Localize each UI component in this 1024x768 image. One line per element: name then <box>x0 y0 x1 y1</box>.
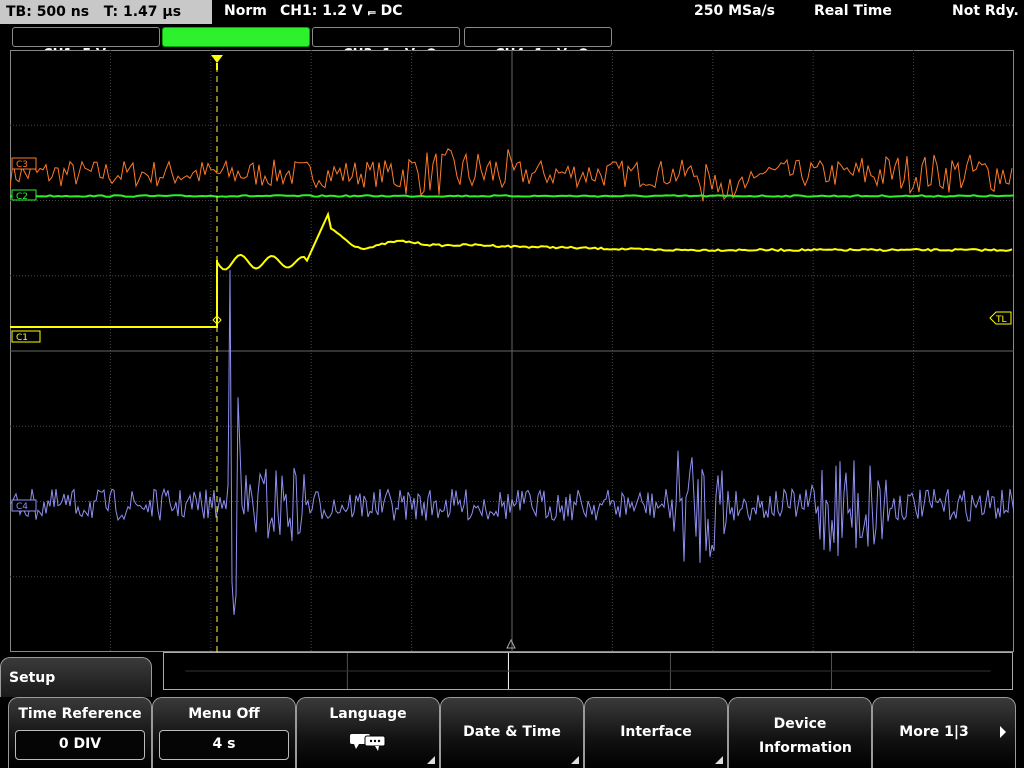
channel-3-tab[interactable]: CH3: 1mV≃Ω <box>312 27 460 62</box>
menu-title-tab: Setup <box>0 657 152 697</box>
ch2-reference-marker: C2 <box>11 189 37 202</box>
language-label: Language <box>329 706 407 722</box>
waveform-display[interactable]: C3 C2 C1 C4 TL <box>10 50 1014 652</box>
menu-off-label: Menu Off <box>188 706 260 722</box>
next-page-arrow-icon <box>1000 726 1006 738</box>
ch1-reference-marker: C1 <box>11 330 41 343</box>
trigger-source-info[interactable]: CH1: 1.2 V ⫭ DC <box>280 3 403 19</box>
ch2-trace <box>10 194 1014 198</box>
speech-bubbles-icon <box>350 734 386 751</box>
ch4-marker-label: C4 <box>16 502 28 512</box>
channel-1-tab[interactable]: CH1: 5 V≃ <box>12 27 160 62</box>
ch2-marker-label: C2 <box>16 192 28 202</box>
date-time-softkey[interactable]: Date & Time <box>440 697 584 768</box>
more-pages-label: More 1|3 <box>899 724 969 740</box>
submenu-indicator-icon <box>427 756 435 764</box>
ch4-reference-marker: C4 <box>11 499 37 512</box>
channel-2-tab[interactable]: CH2: 20 mV≃Ω <box>162 27 310 62</box>
menu-off-softkey[interactable]: Menu Off 4 s <box>152 697 296 768</box>
acquisition-mode: Real Time <box>814 3 892 19</box>
date-time-label: Date & Time <box>463 724 561 740</box>
ch3-reference-marker: C3 <box>11 157 37 170</box>
menu-off-value: 4 s <box>159 730 289 760</box>
time-reference-value: 0 DIV <box>15 730 145 760</box>
ch3-marker-label: C3 <box>16 160 28 170</box>
channel-4-tab[interactable]: CH4: 1mV≃Ω <box>464 27 612 62</box>
time-reference-label: Time Reference <box>18 706 142 722</box>
sample-rate: 250 MSa/s <box>694 3 776 19</box>
more-pages-softkey[interactable]: More 1|3 <box>872 697 1016 768</box>
interface-label: Interface <box>620 724 692 740</box>
device-information-softkey[interactable]: Device Information <box>728 697 872 768</box>
device-information-label: Device Information <box>759 716 852 756</box>
ch1-marker-label: C1 <box>16 333 28 343</box>
submenu-indicator-icon <box>571 756 579 764</box>
zoom-overview-strip[interactable] <box>163 652 1013 690</box>
trigger-mode[interactable]: Norm <box>224 3 267 19</box>
trigger-level-label: TL <box>995 315 1007 325</box>
timebase-readout[interactable]: TB: 500 ns T: 1.47 µs <box>0 0 212 24</box>
acquisition-state: Not Rdy. <box>952 3 1019 19</box>
interface-softkey[interactable]: Interface <box>584 697 728 768</box>
submenu-indicator-icon <box>715 756 723 764</box>
time-reference-softkey[interactable]: Time Reference 0 DIV <box>8 697 152 768</box>
language-softkey[interactable]: Language <box>296 697 440 768</box>
